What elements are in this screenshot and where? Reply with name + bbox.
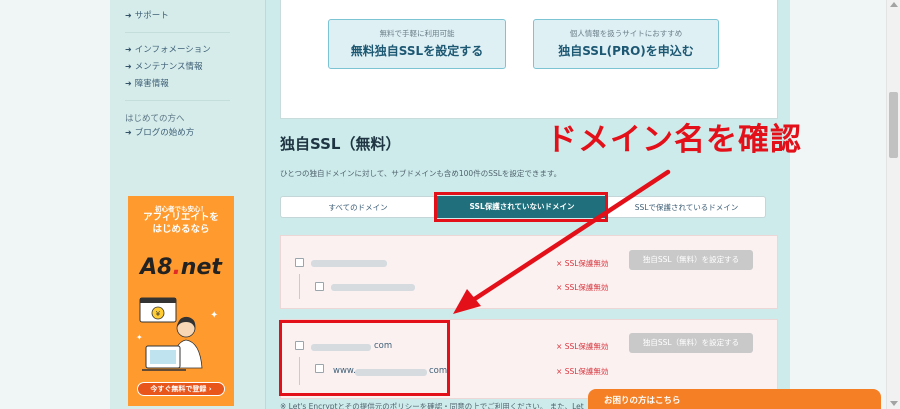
arrow-right-icon: ➜ <box>125 11 132 20</box>
arrow-right-icon: ➜ <box>125 62 132 71</box>
free-ssl-button[interactable]: 無料で手軽に利用可能 無料独自SSLを設定する <box>328 19 506 69</box>
scroll-up-arrow-icon[interactable] <box>890 2 898 7</box>
ssl-options-card: 無料で手軽に利用可能 無料独自SSLを設定する 個人情報を扱うサイトにおすすめ … <box>280 0 778 119</box>
tab-all-domains[interactable]: すべてのドメイン <box>280 196 435 218</box>
tab-protected-domains[interactable]: SSLで保護されているドメイン <box>608 196 766 218</box>
page-scrollbar[interactable] <box>886 0 900 409</box>
domain-name-redacted <box>311 260 387 267</box>
ssl-status: × SSL保護無効 <box>556 283 609 292</box>
sidebar-item-blog-start[interactable]: ➜ ブログの始め方 <box>125 126 194 138</box>
sidebar-heading-beginners: はじめての方へ <box>125 114 185 124</box>
cross-icon: × <box>556 342 563 351</box>
highlight-box-unprotected-tab <box>434 192 608 222</box>
sidebar-item-information[interactable]: ➜ インフォメーション <box>125 43 211 55</box>
person-with-laptop-illustration: ¥ ✦ ✦ <box>136 297 218 371</box>
lets-encrypt-notice: ※ Let's Encryptとその提供元のポリシーを確認・同意の上でご利用くだ… <box>280 402 584 409</box>
cross-icon: × <box>556 367 563 376</box>
annotation-check-domain: ドメイン名を確認 <box>546 122 802 158</box>
cross-icon: × <box>556 259 563 268</box>
page-background-right <box>790 0 886 409</box>
svg-text:¥: ¥ <box>156 310 161 318</box>
ssl-status: × SSL保護無効 <box>556 259 609 268</box>
sidebar-item-support[interactable]: ➜ サポート <box>125 9 169 21</box>
domain-card: × SSL保護無効 × SSL保護無効 独自SSL（無料）を設定する <box>280 235 778 309</box>
svg-text:✦: ✦ <box>210 310 218 321</box>
section-description: ひとつの独自ドメインに対して、サブドメインも含め100件のSSLを設定できます。 <box>280 169 562 178</box>
section-title: 独自SSL（無料） <box>280 135 401 153</box>
register-free-button[interactable]: 今すぐ無料で登録 › <box>137 382 225 396</box>
a8net-ad-banner[interactable]: 初心者でも安心！ アフィリエイトを はじめるなら A8.net ¥ ✦ ✦ 今すぐ… <box>128 196 234 406</box>
sidebar-divider <box>125 32 230 33</box>
subdomain-checkbox[interactable] <box>315 282 324 291</box>
pro-ssl-button[interactable]: 個人情報を扱うサイトにおすすめ 独自SSL(PRO)を申込む <box>533 19 719 69</box>
svg-text:✦: ✦ <box>136 333 143 342</box>
arrow-right-icon: ➜ <box>125 79 132 88</box>
ssl-status: × SSL保護無効 <box>556 367 609 376</box>
banner-headline: アフィリエイトを はじめるなら <box>143 212 219 235</box>
a8net-logo: A8.net <box>140 255 222 280</box>
set-free-ssl-button[interactable]: 独自SSL（無料）を設定する <box>629 250 753 270</box>
domain-checkbox[interactable] <box>295 258 304 267</box>
scrollbar-thumb[interactable] <box>889 92 898 158</box>
ssl-status: × SSL保護無効 <box>556 342 609 351</box>
sidebar-item-outage[interactable]: ➜ 障害情報 <box>125 77 169 89</box>
arrow-right-icon: ➜ <box>125 128 132 137</box>
sidebar-divider <box>125 100 230 101</box>
arrow-right-icon: ➜ <box>125 45 132 54</box>
set-free-ssl-button[interactable]: 独自SSL（無料）を設定する <box>629 333 753 353</box>
page-background-left <box>0 0 110 409</box>
cross-icon: × <box>556 283 563 292</box>
subdomain-connector <box>299 274 300 299</box>
scroll-down-arrow-icon[interactable] <box>890 401 898 406</box>
subdomain-name-redacted <box>331 284 415 291</box>
highlight-box-domain-name <box>279 320 450 396</box>
sidebar-item-maintenance[interactable]: ➜ メンテナンス情報 <box>125 60 203 72</box>
help-chat-bar[interactable]: お困りの方はこちら <box>588 389 881 409</box>
